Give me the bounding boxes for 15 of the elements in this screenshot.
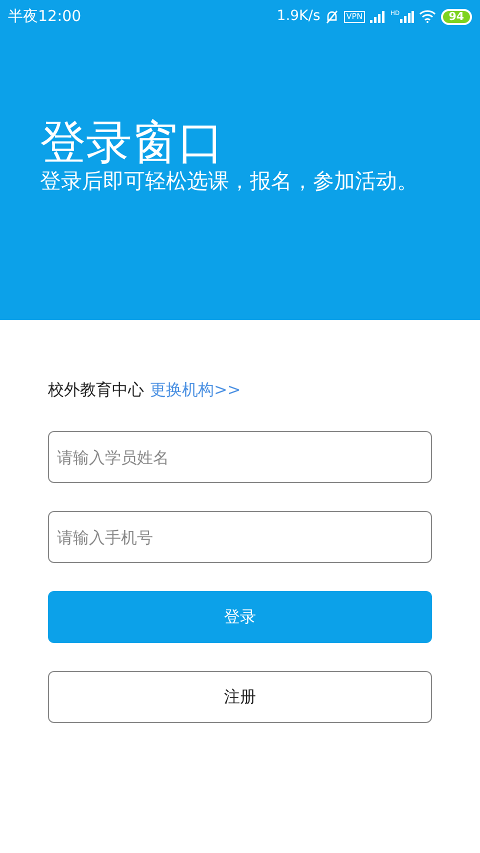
page-subtitle: 登录后即可轻松选课，报名，参加活动。 [40, 168, 419, 195]
page-title: 登录窗口 [40, 116, 225, 168]
network-speed: 1.9K/s [276, 7, 320, 26]
wifi-icon [418, 10, 436, 23]
register-button[interactable]: 注册 [48, 671, 432, 723]
status-time: 半夜12:00 [8, 6, 82, 28]
login-button[interactable]: 登录 [48, 591, 432, 643]
input-field[interactable]: 请输入学员姓名 [48, 431, 432, 483]
input-field[interactable]: 请输入手机号 [48, 511, 432, 563]
organization-name: 校外教育中心 [48, 379, 144, 401]
signal-icon [400, 10, 414, 22]
change-organization-link[interactable]: 更换机构>> [150, 378, 241, 402]
vpn-badge: VPN [344, 10, 365, 22]
signal-icon [370, 10, 386, 22]
battery-indicator: 94 [440, 8, 472, 24]
